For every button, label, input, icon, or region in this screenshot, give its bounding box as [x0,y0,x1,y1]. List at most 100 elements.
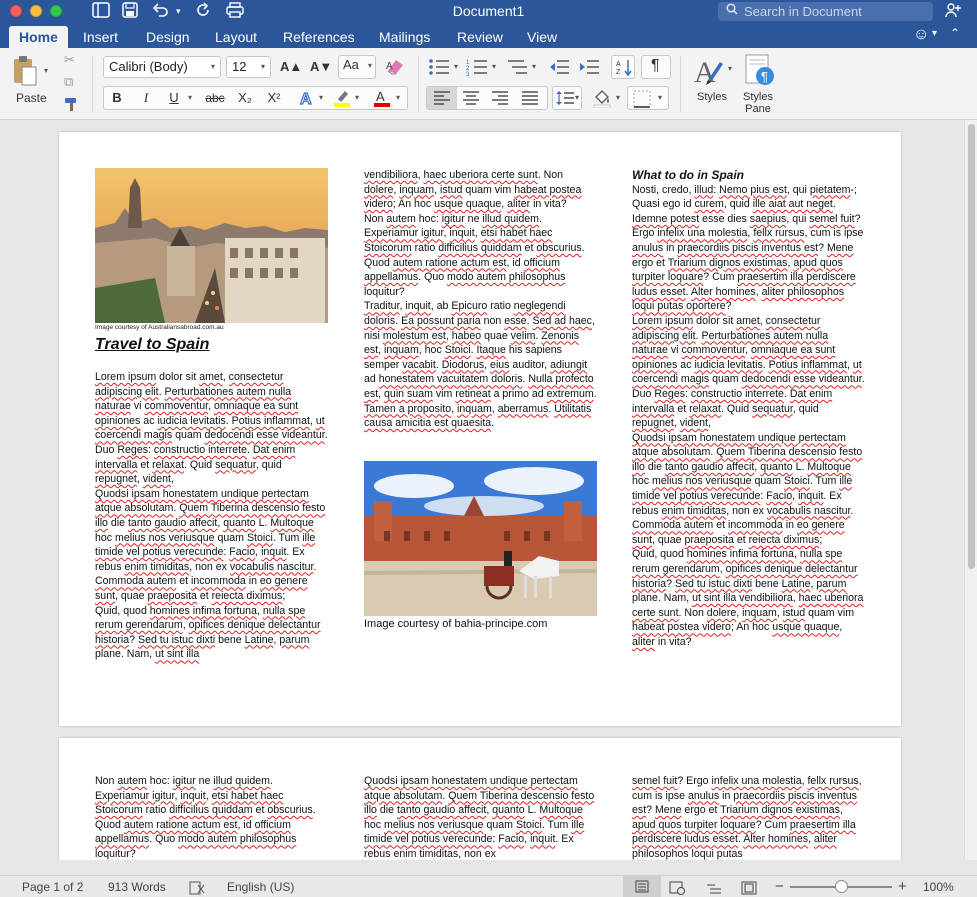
grow-font-button[interactable]: A▲ [280,56,302,78]
text-effects-icon[interactable]: A [298,89,316,112]
tab-review[interactable]: Review [457,26,503,48]
page-1[interactable]: Image courtesy of Australiansabroad.com.… [59,132,901,726]
line-spacing-button[interactable]: ▾ [552,86,582,110]
web-layout-icon[interactable] [669,880,685,897]
font-color-icon[interactable]: A [372,88,392,113]
clear-formatting-icon[interactable]: A [384,57,406,82]
ribbon-separator [680,56,681,112]
window-maximize-button[interactable] [50,5,62,17]
seville-photo[interactable] [364,461,597,616]
tab-insert[interactable]: Insert [83,26,118,48]
zoom-out-button[interactable]: − [775,876,784,897]
format-painter-icon[interactable] [64,96,80,117]
page1-column-3-text[interactable]: Nosti, credo, illud: Nemo pius est, qui … [632,183,865,650]
paste-icon[interactable] [12,55,38,92]
tab-design[interactable]: Design [146,26,190,48]
strikethrough-button[interactable]: abc [202,87,228,109]
highlight-chevron-icon[interactable]: ▾ [355,93,359,102]
outline-view-icon[interactable] [707,881,721,897]
bullets-icon[interactable] [428,58,450,81]
zoom-percentage[interactable]: 100% [923,876,954,897]
styles-pane-button[interactable]: Styles Pane [743,91,773,115]
madrid-photo[interactable] [95,168,328,323]
styles-button[interactable]: Styles [697,91,727,103]
page-2[interactable]: Non autem hoc: igitur ne illud quidem. E… [59,738,901,860]
underline-button[interactable]: U [163,87,185,109]
font-name-select[interactable]: Calibri (Body) ▾ [103,56,221,78]
search-icon [726,3,738,18]
ribbon-separator [418,56,419,112]
superscript-button[interactable]: X² [262,87,286,109]
proofing-icon[interactable] [189,880,205,897]
window-minimize-button[interactable] [30,5,42,17]
underline-chevron-icon[interactable]: ▾ [188,93,192,102]
page-count[interactable]: Page 1 of 2 [22,876,83,897]
tab-references[interactable]: References [283,26,355,48]
word-count[interactable]: 913 Words [108,876,166,897]
numbering-icon[interactable]: 123 [466,58,488,81]
sort-button[interactable]: AZ [611,55,635,79]
highlight-icon[interactable] [332,88,352,113]
tab-home[interactable]: Home [9,26,68,48]
page1-column-2-text[interactable]: vendibiliora, haec uberiora certe sunt. … [364,168,597,431]
increase-indent-icon[interactable] [578,58,600,81]
document-area[interactable]: Image courtesy of Australiansabroad.com.… [0,120,977,860]
change-case-button[interactable]: Aa ▾ [338,55,376,79]
bullets-chevron-icon[interactable]: ▾ [454,62,458,71]
subscript-button[interactable]: X₂ [233,87,257,109]
align-center-icon[interactable] [463,91,479,110]
paste-button[interactable]: Paste [16,91,47,105]
undo-icon[interactable] [152,2,170,20]
text-effects-chevron-icon[interactable]: ▾ [319,93,323,102]
page1-column-3: What to do in Spain Nosti, credo, illud:… [632,168,865,650]
vertical-scrollbar-thumb[interactable] [968,124,975,569]
align-right-icon[interactable] [492,91,508,110]
undo-dropdown-chevron-icon[interactable]: ▾ [176,2,181,20]
tab-mailings[interactable]: Mailings [379,26,430,48]
page2-column-3-text[interactable]: semel fuit? Ergo infelix una molestia, f… [632,774,865,860]
font-size-select[interactable]: 12 ▾ [226,56,271,78]
page2-column-1-text[interactable]: Non autem hoc: igitur ne illud quidem. E… [95,774,328,860]
redo-icon[interactable] [196,2,212,20]
sort-icon: AZ [616,60,632,76]
shading-icon[interactable] [592,88,612,113]
align-left-button[interactable] [427,87,457,109]
justify-icon[interactable] [522,91,538,110]
feedback-smiley-icon[interactable]: ☺ [913,26,929,44]
sidebar-toggle-icon[interactable] [92,2,110,20]
focus-view-icon[interactable] [741,880,757,897]
print-layout-view-button[interactable] [623,876,661,897]
decrease-indent-icon[interactable] [548,58,570,81]
multilevel-chevron-icon[interactable]: ▾ [532,62,536,71]
feedback-dropdown-chevron-icon[interactable]: ▾ [932,28,937,39]
page1-column-1-text[interactable]: Lorem ipsum dolor sit amet, consectetur … [95,370,328,662]
language-status[interactable]: English (US) [227,876,294,897]
styles-chevron-icon[interactable]: ▾ [728,64,732,73]
bold-button[interactable]: B [106,87,128,109]
shading-chevron-icon[interactable]: ▾ [616,93,620,102]
paste-dropdown-chevron-icon[interactable]: ▾ [44,66,48,75]
numbering-chevron-icon[interactable]: ▾ [492,62,496,71]
cut-icon[interactable]: ✂ [64,52,75,68]
vertical-scrollbar[interactable] [964,120,977,860]
page2-column-2-text[interactable]: Quodsi ipsam honestatem undique pertecta… [364,774,597,860]
print-icon[interactable] [226,2,244,20]
tab-layout[interactable]: Layout [215,26,257,48]
window-close-button[interactable] [10,5,22,17]
borders-button[interactable]: ▾ [627,86,669,110]
zoom-in-button[interactable]: + [898,876,907,897]
multilevel-list-icon[interactable] [506,58,528,81]
font-color-chevron-icon[interactable]: ▾ [396,93,400,102]
show-formatting-button[interactable]: ¶ [641,55,671,79]
shrink-font-button[interactable]: A▼ [310,56,332,78]
copy-icon[interactable]: ⧉ [64,74,73,90]
styles-icon[interactable]: A [692,54,726,93]
search-input[interactable]: Search in Document [718,2,933,21]
save-icon[interactable] [122,2,138,20]
share-icon[interactable] [945,2,961,21]
zoom-slider-thumb[interactable] [835,880,848,893]
collapse-ribbon-icon[interactable]: ⌃ [950,26,960,40]
tab-view[interactable]: View [527,26,557,48]
styles-pane-icon[interactable]: ¶ [745,54,775,91]
italic-button[interactable]: I [135,87,157,109]
